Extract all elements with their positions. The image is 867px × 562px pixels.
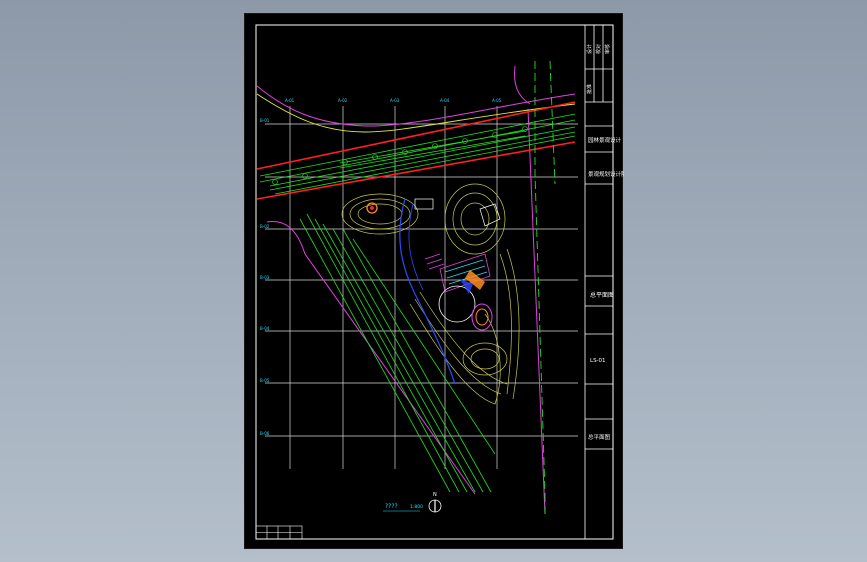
view-title: ???? 1:800	[383, 503, 423, 512]
title-header-2: 校对	[595, 44, 602, 54]
main-road	[256, 101, 576, 200]
property-lines	[256, 65, 576, 515]
grid-label-left-2: B-02	[260, 224, 270, 229]
drawing-name-secondary: 总平面图	[588, 433, 611, 441]
drawing-name: 总平面图	[590, 291, 614, 299]
view-scale-text: 1:800	[410, 504, 423, 510]
top-planting-strips	[259, 113, 576, 195]
water-edge-inner	[408, 203, 424, 291]
grid-label-top-3: A-03	[390, 98, 400, 103]
grid-label-left-4: B-04	[260, 326, 270, 331]
drawing-frame	[255, 24, 614, 540]
grid-label-left-6: B-06	[260, 431, 270, 436]
grid-label-left-5: B-05	[260, 378, 270, 383]
grid-label-left-1: B-01	[260, 118, 270, 123]
grid-label-top-2: A-02	[338, 98, 348, 103]
title-header-4: 批准	[586, 84, 593, 94]
road-centerline	[256, 93, 576, 133]
project-name: 园林景观设计	[588, 136, 622, 144]
diagonal-slope-bands	[299, 213, 496, 493]
central-plaza	[366, 198, 501, 331]
title-header-3: 审核	[604, 44, 611, 54]
north-label: N	[433, 492, 437, 498]
company-name: 景观规划设计院	[588, 170, 624, 178]
title-block	[584, 25, 613, 539]
title-header-1: 设计	[586, 44, 593, 54]
drawing-sheet: 设计 校对 审核 批准 园林景观设计 景观规划设计院 总平面图 LS-01 总平…	[244, 13, 624, 549]
drawing-number: LS-01	[590, 358, 606, 364]
grid-label-top-4: A-04	[440, 98, 450, 103]
north-arrow: N	[428, 492, 442, 513]
tree-symbols	[272, 126, 528, 185]
grid-label-left-3: B-03	[260, 275, 270, 280]
view-title-text: ????	[385, 503, 398, 510]
grid-label-top-1: A-01	[285, 98, 295, 103]
terrain-contours	[341, 183, 520, 405]
grid-label-top-5: A-05	[492, 98, 502, 103]
site-plan-drawing: 设计 校对 审核 批准 园林景观设计 景观规划设计院 总平面图 LS-01 总平…	[255, 24, 624, 540]
revision-table	[255, 525, 303, 540]
